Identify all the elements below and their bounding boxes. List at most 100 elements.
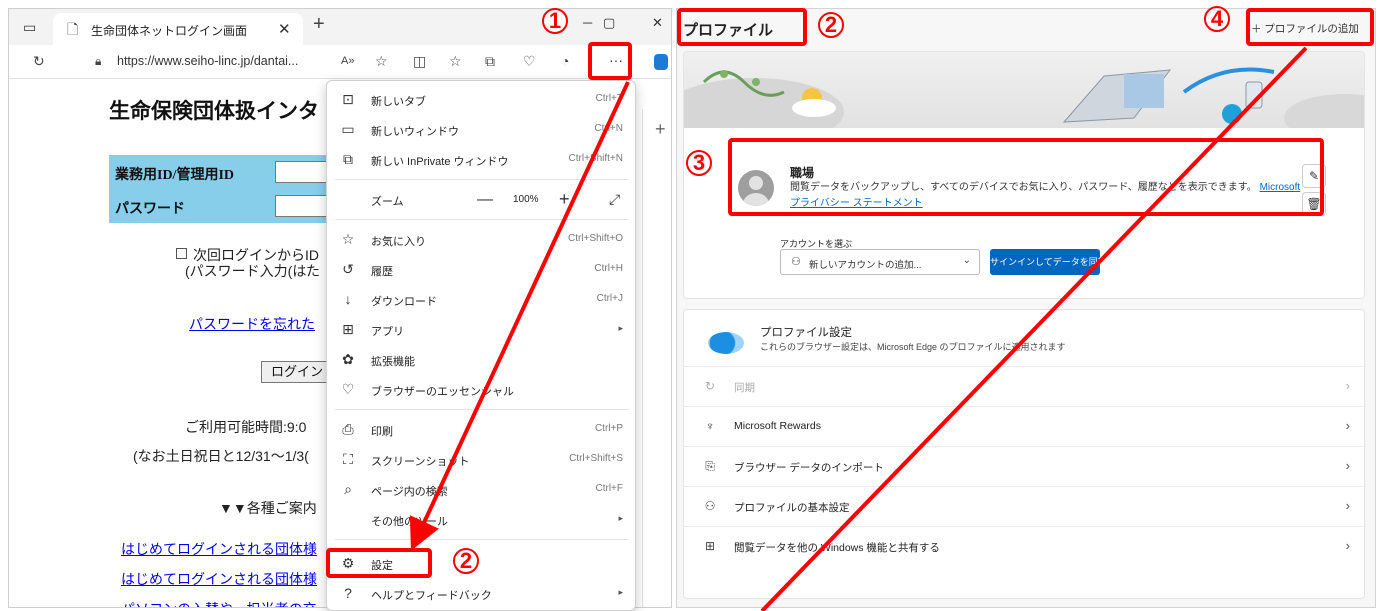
settings-page: プロファイル ＋ プロファイルの追加 職場 閲覧データをバックアップし、すべての… — [676, 8, 1376, 608]
menu-item-label: 印刷 — [371, 426, 393, 438]
remember-checkbox[interactable] — [176, 248, 187, 259]
login-button[interactable]: ログイン — [261, 361, 333, 383]
settings-row-windows-share[interactable]: ⊞ 閲覧データを他の Windows 機能と共有する › — [684, 526, 1366, 566]
menu-item-apps[interactable]: ⊞ アプリ ▸ — [327, 315, 635, 345]
new-tab-icon[interactable]: + — [313, 13, 325, 36]
menu-item-new-window[interactable]: ▭ 新しいウィンドウ Ctrl+N — [327, 115, 635, 145]
menu-item-new-tab[interactable]: ⊡ 新しいタブ Ctrl+T — [327, 85, 635, 115]
refresh-icon[interactable]: ↻ — [33, 53, 45, 69]
menu-item-essentials[interactable]: ♡ ブラウザーのエッセンシャル — [327, 375, 635, 405]
menu-item-extensions[interactable]: ✿ 拡張機能 — [327, 345, 635, 375]
annotation-box-more — [588, 42, 632, 80]
settings-row-import[interactable]: ⎘ ブラウザー データのインポート › — [684, 446, 1366, 486]
minimize-icon[interactable]: ─ — [583, 15, 592, 30]
menu-item-label: 履歴 — [371, 266, 393, 278]
menu-item-label: その他のツール — [371, 516, 448, 528]
guide-link[interactable]: はじめてログインされる団体様 — [121, 539, 317, 559]
password-label: パスワード — [115, 202, 185, 217]
menu-separator — [335, 409, 629, 410]
menu-item-label: スクリーンショット — [371, 456, 470, 468]
menu-item-favorites[interactable]: ☆ お気に入り Ctrl+Shift+O — [327, 225, 635, 255]
read-aloud-icon[interactable]: A» — [341, 53, 354, 69]
help-icon: ? — [344, 585, 352, 601]
browser-tab[interactable]: 🗋 生命団体ネットログイン画面 ✕ — [53, 13, 303, 45]
menu-item-label: ヘルプとフィードバック — [371, 590, 492, 602]
menu-item-shortcut: Ctrl+Shift+O — [567, 233, 623, 244]
menu-item-history[interactable]: ↺ 履歴 Ctrl+H — [327, 255, 635, 285]
window-close-icon[interactable]: ✕ — [652, 15, 663, 31]
collections-icon[interactable]: ⧉ — [485, 53, 495, 69]
favorite-star-icon[interactable]: ☆ — [375, 53, 388, 69]
menu-item-screenshot[interactable]: ⛶ スクリーンショット Ctrl+Shift+S — [327, 445, 635, 475]
account-select-value: 新しいアカウントの追加... — [809, 260, 922, 271]
windows-icon: ⊞ — [704, 539, 716, 553]
menu-item-downloads[interactable]: ↓ ダウンロード Ctrl+J — [327, 285, 635, 315]
menu-item-shortcut: Ctrl+F — [595, 483, 624, 494]
menu-item-label: ブラウザーのエッセンシャル — [371, 386, 514, 398]
menu-item-label: 新しい InPrivate ウィンドウ — [371, 156, 509, 168]
profile-settings-subtitle: これらのブラウザー設定は、Microsoft Edge のプロファイルに適用され… — [760, 342, 1066, 352]
account-select[interactable]: ⚇ 新しいアカウントの追加... ⌄ — [780, 249, 980, 275]
address-bar[interactable]: https://www.seiho-linc.jp/dantai... — [117, 54, 298, 68]
settings-row-profile-preferences[interactable]: ⚇ プロファイルの基本設定 › — [684, 486, 1366, 526]
sidebar-add-icon[interactable]: + — [655, 119, 666, 140]
annotation-number-2: 2 — [453, 548, 479, 574]
guide-link[interactable]: はじめてログインされる団体様 — [121, 569, 317, 589]
annotation-number-3: 3 — [686, 150, 712, 176]
annotation-number-1: 1 — [542, 8, 568, 34]
menu-item-more-tools[interactable]: その他のツール ▸ — [327, 505, 635, 535]
history-icon: ↺ — [342, 261, 354, 277]
apps-icon: ⊞ — [342, 321, 354, 337]
guide-link[interactable]: パソコンの入替や、担当者の交 — [121, 599, 317, 607]
tab-actions-icon[interactable]: ▭ — [23, 19, 36, 35]
profile-banner — [684, 52, 1364, 146]
login-form: 業務用ID/管理用ID パスワード — [109, 155, 339, 223]
zoom-in-icon[interactable]: + — [559, 189, 570, 210]
menu-item-find[interactable]: ⌕ ページ内の検索 Ctrl+F — [327, 475, 635, 505]
extensions-icon: ✿ — [342, 351, 354, 367]
chevron-down-icon: ⌄ — [962, 255, 971, 266]
profile-settings-icon — [708, 332, 744, 354]
maximize-icon[interactable]: ▢ — [603, 15, 615, 31]
menu-item-print[interactable]: ⎙ 印刷 Ctrl+P — [327, 415, 635, 445]
address-toolbar: ↻ 🔒︎ https://www.seiho-linc.jp/dantai...… — [9, 45, 671, 79]
page-icon: 🗋 — [67, 21, 79, 37]
tab-title: 生命団体ネットログイン画面 — [91, 24, 248, 38]
trophy-icon: ♆ — [705, 419, 715, 433]
lock-icon[interactable]: 🔒︎ — [95, 53, 101, 69]
window-icon: ▭ — [341, 121, 355, 137]
menu-item-shortcut: Ctrl+J — [596, 293, 623, 304]
menu-item-label: 新しいタブ — [371, 96, 426, 108]
menu-item-label: ダウンロード — [371, 296, 437, 308]
menu-item-inprivate[interactable]: ⧉ 新しい InPrivate ウィンドウ Ctrl+Shift+N — [327, 145, 635, 175]
copilot-icon[interactable] — [654, 54, 668, 70]
settings-row-sync[interactable]: ↻ 同期 › — [684, 366, 1366, 406]
profile-icon[interactable]: ◔ — [561, 53, 569, 69]
settings-row-rewards[interactable]: ♆ Microsoft Rewards › — [684, 406, 1366, 446]
annotation-box-profile — [728, 138, 1324, 216]
login-id-label: 業務用ID/管理用ID — [115, 168, 235, 183]
split-screen-icon[interactable]: ◫ — [413, 53, 426, 69]
sign-in-sync-button[interactable]: サインインしてデータを同期 — [990, 249, 1107, 275]
menu-item-label: 新しいウィンドウ — [371, 126, 459, 138]
annotation-box-settings — [326, 548, 432, 578]
favorites-icon[interactable]: ☆ — [449, 53, 462, 69]
tab-bar: ▭ 🗋 生命団体ネットログイン画面 ✕ + ─ ▢ ✕ — [9, 9, 671, 45]
profile-settings-list: プロファイル設定 これらのブラウザー設定は、Microsoft Edge のプロ… — [683, 309, 1366, 599]
zoom-level: 100% — [513, 194, 539, 205]
essentials-heart-icon[interactable]: ♡ — [523, 53, 536, 69]
close-icon[interactable]: ✕ — [278, 20, 291, 38]
row-label: プロファイルの基本設定 — [734, 502, 850, 514]
zoom-out-icon[interactable]: — — [477, 191, 493, 209]
sidebar-divider — [642, 109, 643, 607]
profile-settings-title: プロファイル設定 — [760, 327, 852, 339]
menu-item-help[interactable]: ? ヘルプとフィードバック ▸ — [327, 579, 635, 609]
forgot-password-link[interactable]: パスワードを忘れた — [189, 314, 315, 334]
annotation-number-2: 2 — [818, 12, 844, 38]
row-label: Microsoft Rewards — [734, 420, 821, 432]
annotation-box-add-profile — [1246, 8, 1374, 46]
chevron-right-icon: › — [1345, 538, 1350, 553]
row-label: 閲覧データを他の Windows 機能と共有する — [734, 542, 940, 554]
fullscreen-icon[interactable]: ⤢ — [609, 191, 620, 208]
menu-item-shortcut: Ctrl+Shift+S — [569, 453, 623, 464]
